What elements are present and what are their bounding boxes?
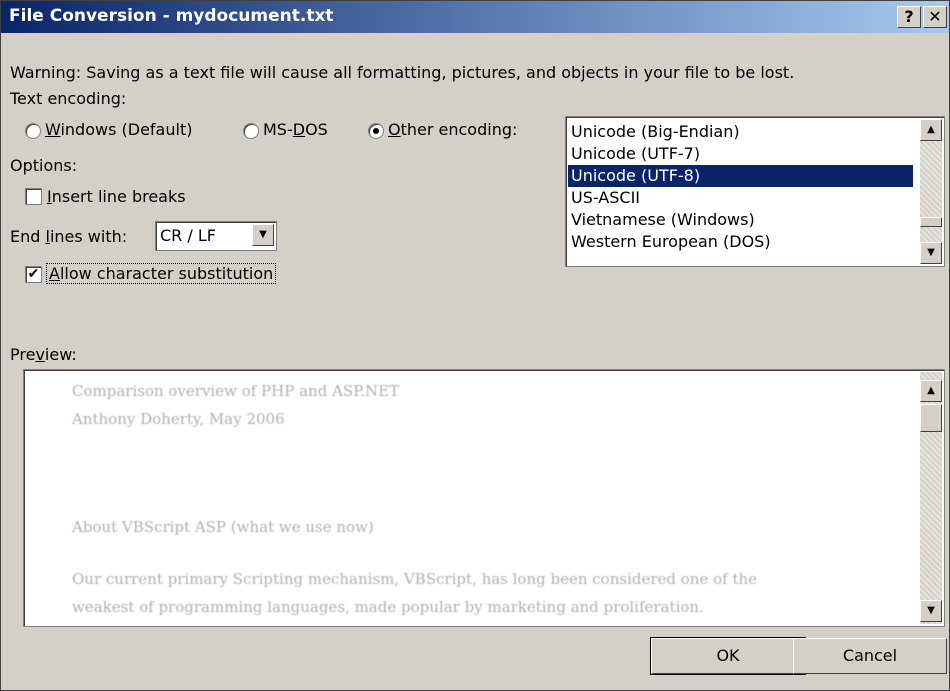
radio-other-encoding-label[interactable]: Other encoding: — [388, 120, 517, 139]
chevron-down-icon[interactable]: ▼ — [252, 224, 274, 246]
list-item-selected[interactable]: Unicode (UTF-8) — [568, 165, 913, 187]
ok-button[interactable]: OK — [650, 637, 806, 675]
encoding-listbox[interactable]: Unicode (Big-Endian) Unicode (UTF-7) Uni… — [565, 116, 945, 267]
help-button[interactable]: ? — [897, 6, 921, 28]
radio-ms-dos-circle[interactable] — [243, 123, 259, 139]
end-lines-label: End lines with: — [10, 227, 128, 246]
radio-other-encoding-circle[interactable] — [368, 123, 384, 139]
warning-text: Warning: Saving as a text file will caus… — [10, 63, 795, 82]
scroll-up-arrow-icon[interactable]: ▲ — [920, 380, 942, 402]
preview-line: weakest of programming languages, made p… — [72, 598, 704, 616]
scroll-down-arrow-icon[interactable]: ▼ — [920, 600, 942, 622]
end-lines-value: CR / LF — [160, 226, 216, 245]
scroll-up-arrow-icon[interactable]: ▲ — [920, 119, 942, 141]
preview-line: Our current primary Scripting mechanism,… — [72, 570, 758, 588]
allow-substitution-label[interactable]: Allow character substitution — [45, 263, 277, 284]
scroll-down-arrow-icon[interactable]: ▼ — [920, 242, 942, 264]
radio-ms-dos-label[interactable]: MS-DOS — [263, 120, 328, 139]
preview-scrollbar[interactable]: ▲ ▼ — [920, 372, 942, 624]
cancel-button[interactable]: Cancel — [793, 638, 947, 674]
window-title: File Conversion - mydocument.txt — [9, 6, 334, 26]
list-item[interactable]: Unicode (UTF-7) — [568, 143, 913, 165]
list-item[interactable]: Unicode (Big-Endian) — [568, 121, 913, 143]
list-item[interactable]: Vietnamese (Windows) — [568, 209, 913, 231]
preview-line: Comparison overview of PHP and ASP.NET — [72, 382, 400, 400]
preview-label: Preview: — [10, 345, 77, 364]
list-item[interactable]: US-ASCII — [568, 187, 913, 209]
scroll-thumb[interactable] — [920, 217, 942, 227]
preview-pane[interactable]: Comparison overview of PHP and ASP.NET A… — [23, 369, 945, 627]
preview-line: About VBScript ASP (what we use now) — [72, 518, 374, 536]
options-label: Options: — [10, 156, 78, 175]
radio-windows-default-label[interactable]: Windows (Default) — [45, 120, 192, 139]
title-bar[interactable]: File Conversion - mydocument.txt ? ✕ — [1, 1, 949, 33]
end-lines-dropdown[interactable]: CR / LF ▼ — [155, 221, 277, 251]
list-item[interactable]: Western European (DOS) — [568, 231, 913, 253]
preview-line: Anthony Doherty, May 2006 — [72, 410, 285, 428]
radio-windows-default-circle[interactable] — [25, 123, 41, 139]
file-conversion-dialog: File Conversion - mydocument.txt ? ✕ War… — [0, 0, 950, 691]
encoding-list-scrollbar[interactable]: ▲ ▼ — [920, 119, 942, 264]
allow-substitution-box[interactable]: ✔ — [25, 266, 42, 283]
text-encoding-label: Text encoding: — [10, 89, 127, 108]
insert-line-breaks-label[interactable]: Insert line breaks — [47, 187, 186, 206]
scroll-thumb[interactable] — [920, 404, 942, 432]
close-button[interactable]: ✕ — [923, 6, 947, 28]
insert-line-breaks-box[interactable] — [25, 188, 42, 205]
